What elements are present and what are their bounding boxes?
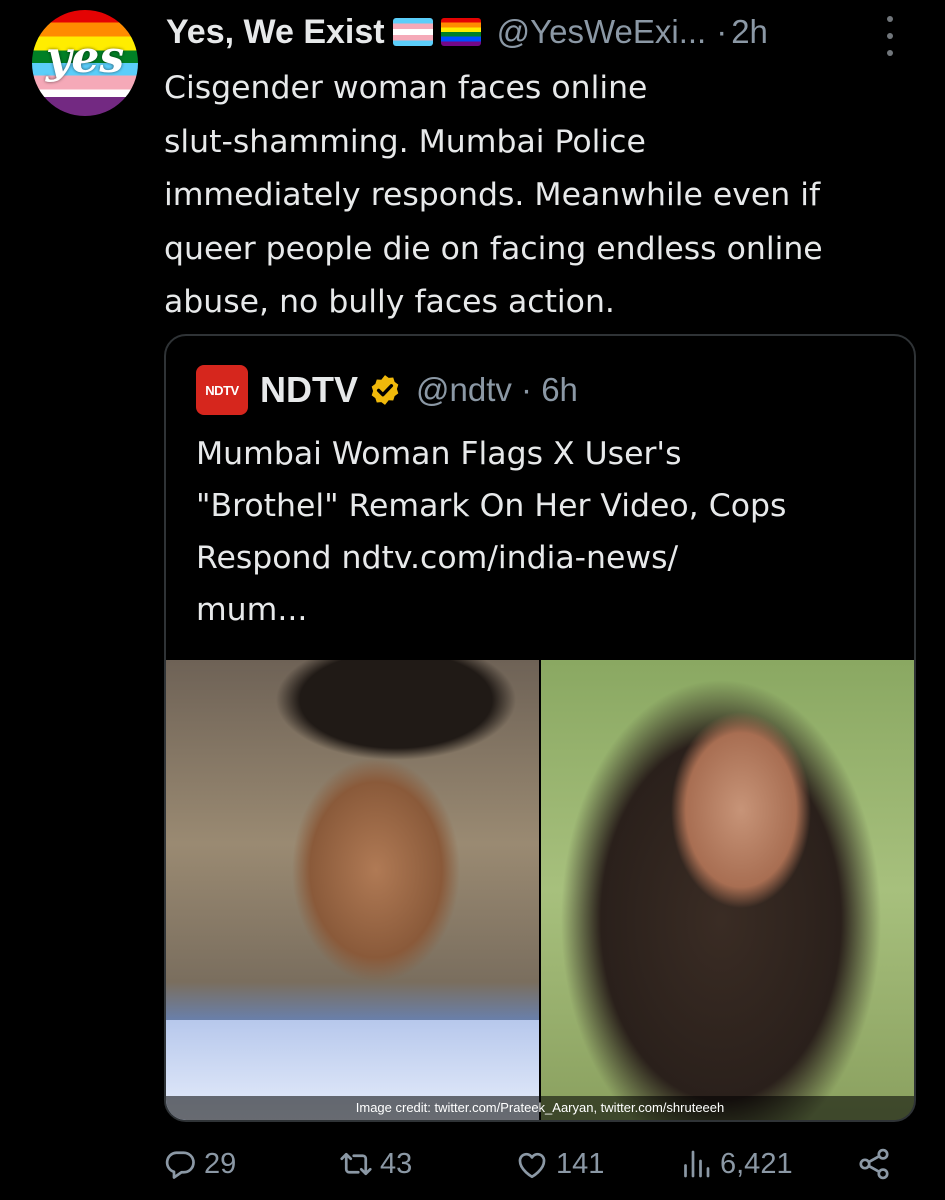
reply-button[interactable]: 29 [162, 1146, 236, 1182]
more-dot [887, 33, 893, 39]
more-dot [887, 50, 893, 56]
ndtv-logo: NDTV [196, 365, 248, 415]
like-count: 141 [556, 1147, 605, 1180]
more-dot [887, 16, 893, 22]
rainbow-flag-icon [440, 18, 481, 46]
heart-icon [518, 1152, 546, 1179]
quoted-tweet-header: NDTV NDTV @ndtv · 6h [196, 364, 578, 416]
tweet-action-bar: 29 43 141 6,421 [162, 1146, 902, 1192]
image-credit-caption: Image credit: twitter.com/Prateek_Aaryan… [166, 1096, 914, 1120]
view-count: 6,421 [720, 1147, 793, 1180]
author-display-name[interactable]: Yes, We Exist [166, 13, 385, 52]
author-avatar[interactable]: yes [32, 10, 138, 116]
share-icon [859, 1148, 889, 1180]
quoted-author-name[interactable]: NDTV [260, 369, 358, 411]
tweet-time[interactable]: 2h [731, 13, 768, 51]
quoted-image-right[interactable] [541, 660, 914, 1120]
quoted-tweet[interactable]: NDTV NDTV @ndtv · 6h Mumbai Woman Flags … [164, 334, 916, 1122]
tweet-header: Yes, We Exist @YesWeExi... · 2h [166, 8, 768, 56]
retweet-icon [340, 1152, 372, 1176]
quoted-handle-time[interactable]: @ndtv · 6h [416, 371, 578, 409]
like-button[interactable]: 141 [514, 1146, 604, 1182]
transgender-flag-icon [392, 18, 433, 46]
tweet-text: Cisgender woman faces online slut-shammi… [164, 70, 823, 320]
verified-badge-icon [371, 375, 399, 405]
separator-dot: · [716, 13, 728, 50]
retweet-button[interactable]: 43 [338, 1146, 412, 1182]
quoted-image-left[interactable] [166, 660, 539, 1120]
quoted-tweet-text: Mumbai Woman Flags X User's "Brothel" Re… [196, 436, 787, 628]
retweet-count: 43 [380, 1147, 413, 1180]
reply-icon [165, 1151, 195, 1179]
reply-count: 29 [204, 1147, 237, 1180]
share-button[interactable] [856, 1146, 898, 1182]
avatar-logo-text: yes [45, 32, 125, 83]
views-button[interactable]: 6,421 [678, 1146, 793, 1182]
author-handle[interactable]: @YesWeExi... [497, 13, 707, 51]
more-options-icon[interactable] [882, 16, 898, 56]
views-chart-icon [684, 1150, 710, 1178]
